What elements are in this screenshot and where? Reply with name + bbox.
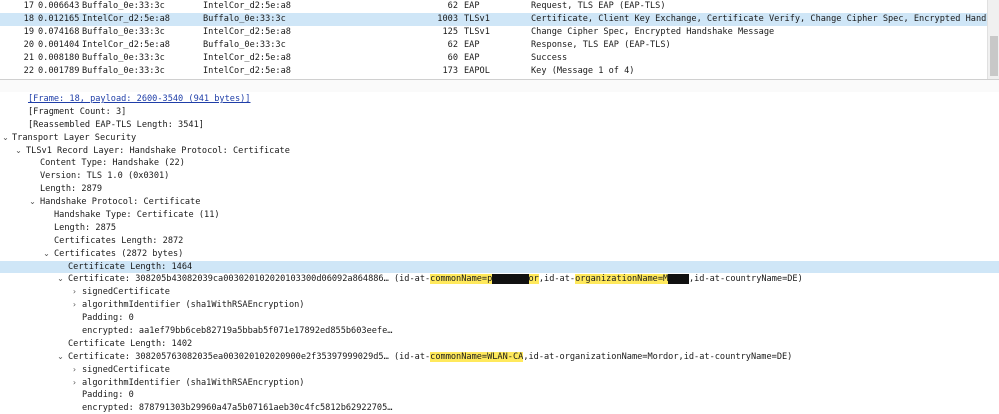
tree-node-padding-1[interactable]: Padding: 0 [0,312,999,325]
tree-node-encrypted-2[interactable]: encrypted: 878791303b29960a47a5b07161aeb… [0,402,999,414]
packet-cell-proto: EAP [464,40,480,50]
packet-cell-src: Buffalo_0e:33:3c [82,66,165,76]
tree-node-tls[interactable]: ⌄ Transport Layer Security [0,132,999,145]
tree-node-signed-certificate-2[interactable]: › signedCertificate [0,364,999,377]
packet-cell-time: 0.006643 [38,1,80,11]
packet-cell-time: 0.012165 [38,14,80,24]
tree-node-reassembled-length[interactable]: [Reassembled EAP-TLS Length: 3541] [0,119,999,132]
tree-node-padding-2[interactable]: Padding: 0 [0,389,999,402]
packet-row[interactable]: 21 0.008180 Buffalo_0e:33:3c IntelCor_d2:5e… [0,52,999,65]
collapsed-arrow-icon[interactable]: › [70,364,79,377]
packet-cell-time: 0.008180 [38,53,80,63]
packet-cell-src: IntelCor_d2:5e:a8 [82,40,170,50]
packet-cell-len: 173 [442,66,458,76]
packet-cell-no: 22 [23,66,34,76]
packet-cell-dst: IntelCor_d2:5e:a8 [203,27,291,37]
tree-node-certs-length[interactable]: Certificates Length: 2872 [0,235,999,248]
packet-cell-info: Change Cipher Spec, Encrypted Handshake … [531,27,775,37]
packet-cell-proto: EAP [464,53,480,63]
packet-cell-time: 0.074168 [38,27,80,37]
packet-list: 17 0.006643 Buffalo_0e:33:3c IntelCor_d2:5e… [0,0,999,80]
packet-cell-no: 21 [23,53,34,63]
redaction-mark: xxxxxxx [492,274,529,285]
packet-cell-dst: IntelCor_d2:5e:a8 [203,53,291,63]
tree-node-hs-length[interactable]: Length: 2875 [0,222,999,235]
highlight-organization-name: organizationName [575,274,658,285]
tree-node-cert-length-2[interactable]: Certificate Length: 1402 [0,338,999,351]
packet-row[interactable]: 22 0.001789 Buffalo_0e:33:3c IntelCor_d2:5e… [0,65,999,78]
packet-cell-info: Request, TLS EAP (EAP-TLS) [531,1,666,11]
packet-cell-src: Buffalo_0e:33:3c [82,27,165,37]
packet-list-rows: 17 0.006643 Buffalo_0e:33:3c IntelCor_d2:5e… [0,0,999,78]
packet-cell-no: 17 [23,1,34,11]
packet-cell-info: Certificate, Client Key Exchange, Certif… [531,14,999,24]
tree-node-version[interactable]: Version: TLS 1.0 (0x0301) [0,170,999,183]
scrollbar-thumb[interactable] [990,36,998,76]
packet-cell-src: IntelCor_d2:5e:a8 [82,14,170,24]
redaction-mark: xxxx [668,274,689,285]
packet-cell-dst: Buffalo_0e:33:3c [203,40,286,50]
tree-node-algorithm-2[interactable]: › algorithmIdentifier (sha1WithRSAEncryp… [0,377,999,390]
packet-cell-info: Key (Message 1 of 4) [531,66,635,76]
packet-cell-len: 125 [442,27,458,37]
packet-cell-len: 62 [447,1,458,11]
tree-node-frame-link[interactable]: [Frame: 18, payload: 2600-3540 (941 byte… [0,93,999,106]
collapsed-arrow-icon[interactable]: › [70,286,79,299]
highlight-common-name: commonName=WLAN-CA [430,351,524,362]
packet-cell-len: 60 [447,53,458,63]
expand-arrow-icon[interactable]: ⌄ [28,196,37,209]
packet-cell-no: 19 [23,27,34,37]
packet-row[interactable]: 20 0.001404 IntelCor_d2:5e:a8 Buffalo_0e:33… [0,39,999,52]
tree-node-certificates[interactable]: ⌄ Certificates (2872 bytes) [0,248,999,261]
packet-cell-no: 20 [23,40,34,50]
packet-cell-len: 1003 [437,14,458,24]
tree-node-signed-certificate-1[interactable]: › signedCertificate [0,286,999,299]
collapsed-arrow-icon[interactable]: › [70,377,79,390]
tree-node-certificate-1[interactable]: ⌄ Certificate: 308205b43082039ca00302010… [0,273,999,286]
frame-link[interactable]: [Frame: 18, payload: 2600-3540 (941 byte… [28,94,250,104]
packet-cell-info: Response, TLS EAP (EAP-TLS) [531,40,671,50]
packet-cell-src: Buffalo_0e:33:3c [82,53,165,63]
tree-node-fragment-count[interactable]: [Fragment Count: 3] [0,106,999,119]
packet-cell-time: 0.001404 [38,40,80,50]
tree-node-algorithm-1[interactable]: › algorithmIdentifier (sha1WithRSAEncryp… [0,299,999,312]
packet-cell-proto: TLSv1 [464,14,490,24]
packet-row[interactable]: 17 0.006643 Buffalo_0e:33:3c IntelCor_d2:5e… [0,0,999,13]
tree-node-handshake-protocol[interactable]: ⌄ Handshake Protocol: Certificate [0,196,999,209]
packet-cell-proto: EAP [464,1,480,11]
collapsed-arrow-icon[interactable]: › [70,299,79,312]
tree-node-length[interactable]: Length: 2879 [0,183,999,196]
pane-splitter[interactable] [0,80,999,92]
highlight-common-name: commonName [430,274,482,285]
packet-cell-dst: IntelCor_d2:5e:a8 [203,66,291,76]
tree-node-content-type[interactable]: Content Type: Handshake (22) [0,157,999,170]
tree-node-handshake-type[interactable]: Handshake Type: Certificate (11) [0,209,999,222]
tree-node-cert-length-1-selected[interactable]: Certificate Length: 1464 [0,260,999,274]
packet-cell-len: 62 [447,40,458,50]
packet-row[interactable]: 18 0.012165 IntelCor_d2:5e:a8 Buffalo_0e:33… [0,13,999,26]
expand-arrow-icon[interactable]: ⌄ [1,132,10,145]
packet-cell-proto: EAPOL [464,66,490,76]
packet-cell-time: 0.001789 [38,66,80,76]
packet-cell-dst: Buffalo_0e:33:3c [203,14,286,24]
expand-arrow-icon[interactable]: ⌄ [56,351,65,364]
expand-arrow-icon[interactable]: ⌄ [56,273,65,286]
expand-arrow-icon[interactable]: ⌄ [14,145,23,158]
tree-node-record-layer[interactable]: ⌄ TLSv1 Record Layer: Handshake Protocol… [0,145,999,158]
tree-node-encrypted-1[interactable]: encrypted: aa1ef79bb6ceb82719a5bbab5f071… [0,325,999,338]
packet-cell-dst: IntelCor_d2:5e:a8 [203,1,291,11]
tree-node-certificate-2[interactable]: ⌄ Certificate: 308205763082035ea00302010… [0,351,999,364]
packet-cell-no: 18 [23,14,34,24]
packet-cell-src: Buffalo_0e:33:3c [82,1,165,11]
packet-cell-info: Success [531,53,568,63]
packet-list-scrollbar[interactable] [987,0,999,79]
packet-details-tree: [Frame: 18, payload: 2600-3540 (941 byte… [0,93,999,414]
packet-cell-proto: TLSv1 [464,27,490,37]
expand-arrow-icon[interactable]: ⌄ [42,248,51,261]
packet-row[interactable]: 19 0.074168 Buffalo_0e:33:3c IntelCor_d2:5e… [0,26,999,39]
